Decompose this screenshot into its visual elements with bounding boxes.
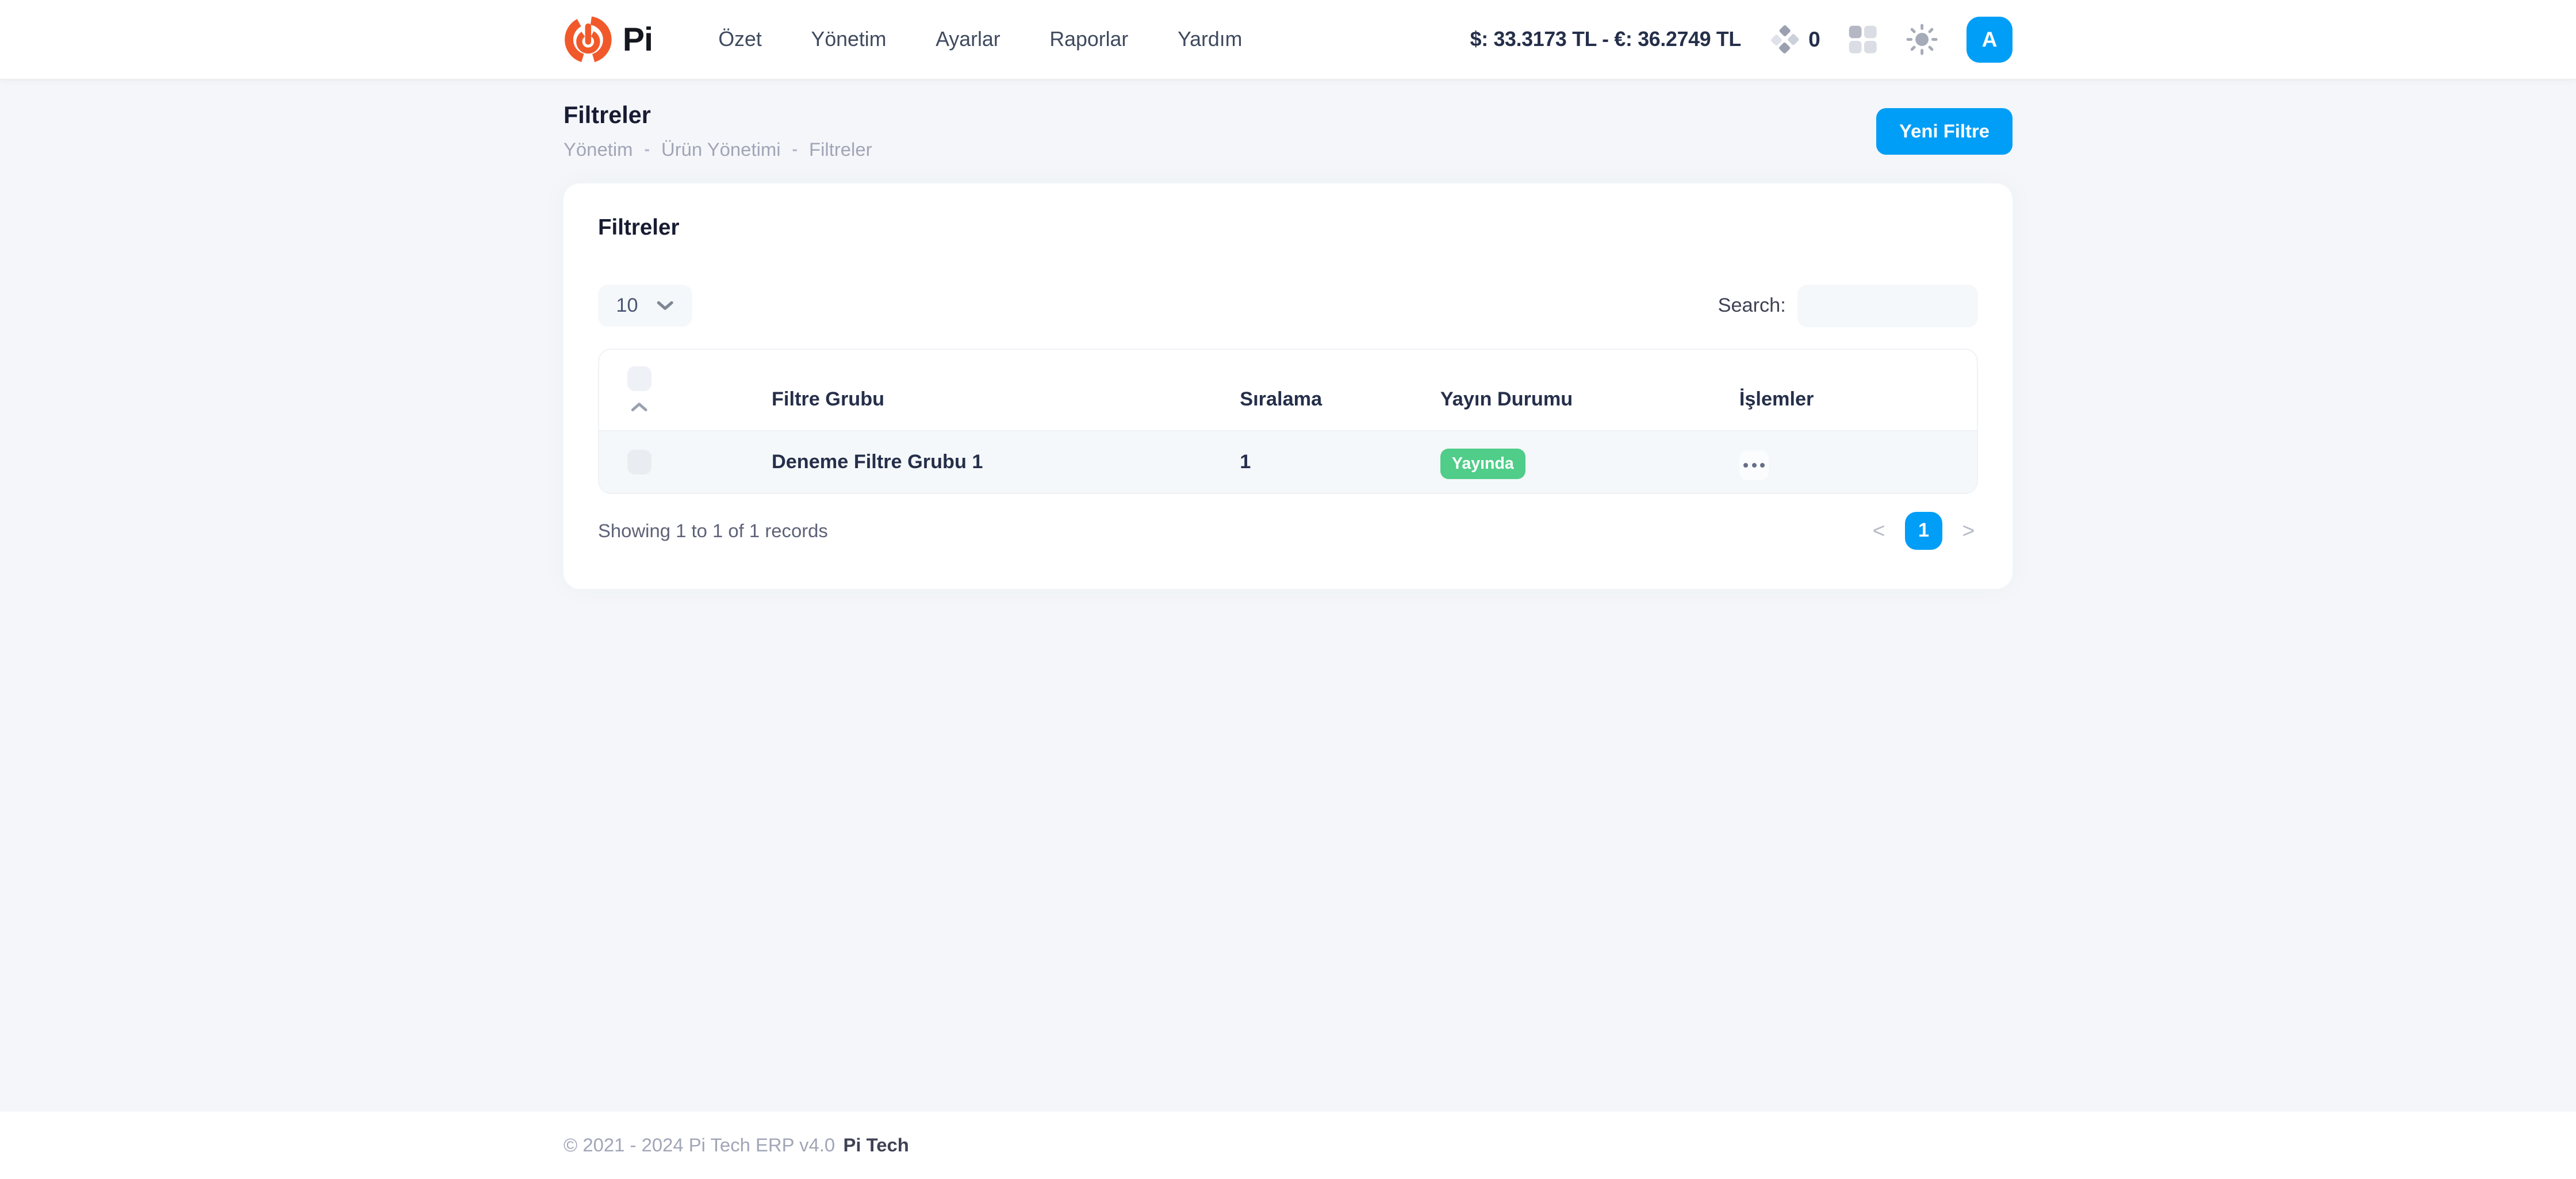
header-siralama: Sıralama bbox=[1240, 388, 1440, 412]
table-toolbar: 10 Search: bbox=[598, 285, 1978, 327]
pi-logo-icon bbox=[564, 15, 613, 64]
nav-item-yonetim[interactable]: Yönetim bbox=[811, 28, 887, 51]
pagination-page-1-button[interactable]: 1 bbox=[1905, 512, 1943, 550]
select-all-checkbox[interactable] bbox=[627, 366, 652, 391]
page-size-value: 10 bbox=[616, 294, 638, 317]
breadcrumb-item-filtreler[interactable]: Filtreler bbox=[809, 139, 872, 160]
currency-rates: $: 33.3173 TL - €: 36.2749 TL bbox=[1470, 28, 1741, 51]
cell-status: Yayında bbox=[1440, 445, 1739, 479]
sort-asc-icon[interactable] bbox=[630, 401, 648, 412]
ellipsis-dot bbox=[1752, 463, 1757, 468]
user-avatar[interactable]: A bbox=[1966, 17, 2012, 63]
nav-item-ayarlar[interactable]: Ayarlar bbox=[936, 28, 1000, 51]
main-content: Filtreler Yönetim - Ürün Yönetimi - Filt… bbox=[0, 79, 2576, 1112]
site-footer: © 2021 - 2024 Pi Tech ERP v4.0 Pi Tech bbox=[0, 1112, 2576, 1179]
search-input[interactable] bbox=[1797, 285, 1978, 327]
page-title: Filtreler bbox=[564, 102, 872, 129]
notifications-button[interactable]: 0 bbox=[1769, 24, 1820, 55]
pagination-next-button[interactable]: > bbox=[1959, 517, 1978, 545]
table-footer: Showing 1 to 1 of 1 records < 1 > bbox=[598, 512, 1978, 550]
row-checkbox[interactable] bbox=[627, 450, 652, 474]
breadcrumb-item-yonetim[interactable]: Yönetim bbox=[564, 139, 633, 160]
filters-table: Filtre Grubu Sıralama Yayın Durumu İşlem… bbox=[598, 349, 1978, 494]
diamonds-icon bbox=[1769, 24, 1800, 55]
search-label: Search: bbox=[1718, 294, 1786, 317]
notification-count: 0 bbox=[1808, 27, 1820, 52]
header-islemler: İşlemler bbox=[1739, 388, 1977, 412]
page-size-select[interactable]: 10 bbox=[598, 285, 692, 327]
navbar-container: Pi Özet Yönetim Ayarlar Raporlar Yardım … bbox=[564, 0, 2012, 79]
brand-name: Pi bbox=[623, 21, 653, 59]
page-header: Filtreler Yönetim - Ürün Yönetimi - Filt… bbox=[564, 79, 2012, 160]
card-title: Filtreler bbox=[598, 215, 1978, 240]
header-filtre-grubu: Filtre Grubu bbox=[772, 388, 1240, 412]
page-header-left: Filtreler Yönetim - Ürün Yönetimi - Filt… bbox=[564, 102, 872, 160]
header-select-column bbox=[599, 366, 772, 412]
breadcrumb: Yönetim - Ürün Yönetimi - Filtreler bbox=[564, 139, 872, 160]
ellipsis-dot bbox=[1760, 463, 1765, 468]
company-link[interactable]: Pi Tech bbox=[843, 1134, 908, 1156]
cell-actions bbox=[1739, 444, 1977, 480]
row-select-column bbox=[599, 450, 772, 474]
app: Pi Özet Yönetim Ayarlar Raporlar Yardım … bbox=[0, 0, 2576, 1179]
pagination: < 1 > bbox=[1869, 512, 1978, 550]
filters-card: Filtreler 10 Search: bbox=[564, 183, 2012, 589]
nav-item-yardim[interactable]: Yardım bbox=[1178, 28, 1242, 51]
nav-item-ozet[interactable]: Özet bbox=[718, 28, 761, 51]
footer-container: © 2021 - 2024 Pi Tech ERP v4.0 Pi Tech bbox=[564, 1134, 2012, 1156]
ellipsis-dot bbox=[1743, 463, 1748, 468]
main-nav: Özet Yönetim Ayarlar Raporlar Yardım bbox=[718, 28, 1242, 51]
breadcrumb-item-urun-yonetimi[interactable]: Ürün Yönetimi bbox=[661, 139, 781, 160]
showing-records-text: Showing 1 to 1 of 1 records bbox=[598, 520, 828, 542]
page: Pi Özet Yönetim Ayarlar Raporlar Yardım … bbox=[0, 0, 2576, 1179]
top-navbar: Pi Özet Yönetim Ayarlar Raporlar Yardım … bbox=[0, 0, 2576, 79]
copyright-text: © 2021 - 2024 Pi Tech ERP v4.0 bbox=[564, 1134, 835, 1156]
nav-item-raporlar[interactable]: Raporlar bbox=[1049, 28, 1128, 51]
table-header-row: Filtre Grubu Sıralama Yayın Durumu İşlem… bbox=[599, 350, 1977, 430]
brand-logo[interactable]: Pi bbox=[564, 15, 653, 64]
status-badge: Yayında bbox=[1440, 449, 1525, 479]
chevron-down-icon bbox=[656, 300, 674, 312]
breadcrumb-separator: - bbox=[792, 140, 798, 159]
pagination-prev-button[interactable]: < bbox=[1869, 517, 1888, 545]
theme-sun-icon[interactable] bbox=[1906, 23, 1938, 56]
search-area: Search: bbox=[1718, 285, 1978, 327]
apps-grid-icon[interactable] bbox=[1848, 25, 1877, 54]
navbar-right: $: 33.3173 TL - €: 36.2749 TL 0 bbox=[1470, 17, 2012, 63]
cell-order: 1 bbox=[1240, 451, 1440, 473]
breadcrumb-separator: - bbox=[645, 140, 650, 159]
cell-filter-group: Deneme Filtre Grubu 1 bbox=[772, 451, 1240, 473]
table-row: Deneme Filtre Grubu 1 1 Yayında bbox=[599, 430, 1977, 493]
header-yayin-durumu: Yayın Durumu bbox=[1440, 388, 1739, 412]
new-filter-button[interactable]: Yeni Filtre bbox=[1876, 108, 2012, 155]
row-actions-ellipsis-button[interactable] bbox=[1739, 450, 1769, 480]
